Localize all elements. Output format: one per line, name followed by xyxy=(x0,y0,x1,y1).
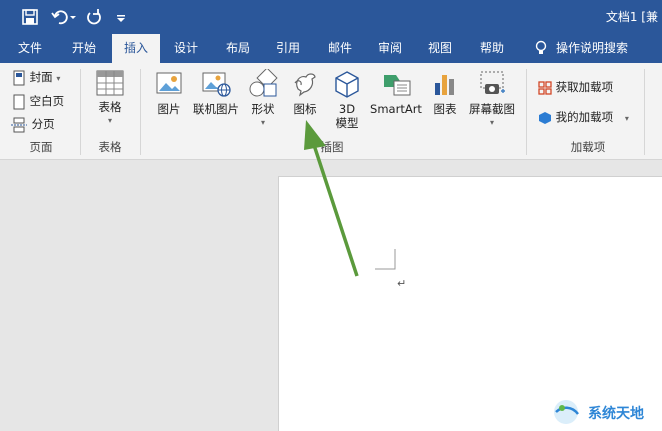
annotation-arrow xyxy=(304,120,359,277)
watermark-logo: 系统天地 xyxy=(550,398,658,426)
watermark-globe-icon xyxy=(554,400,579,424)
watermark-text: 系统天地 xyxy=(588,406,644,422)
